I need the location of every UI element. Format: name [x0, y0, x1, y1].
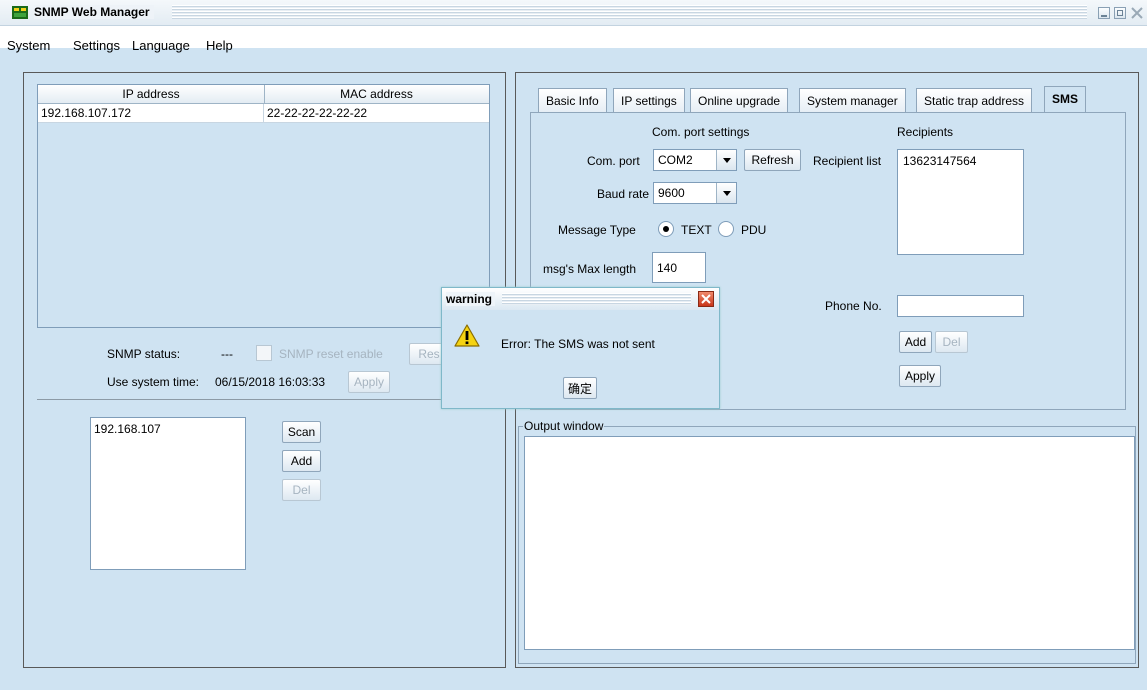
phone-label: Phone No.	[825, 299, 882, 313]
warning-icon	[454, 324, 480, 347]
text-radio[interactable]	[658, 221, 674, 237]
tab-basic-info[interactable]: Basic Info	[538, 88, 607, 112]
cell-ip: 192.168.107.172	[38, 104, 264, 123]
dialog-close-icon[interactable]	[698, 291, 714, 307]
sms-apply-button[interactable]: Apply	[899, 365, 941, 387]
column-header-mac[interactable]: MAC address	[264, 87, 489, 101]
chevron-down-icon[interactable]	[716, 150, 736, 170]
window-title: SNMP Web Manager	[34, 5, 154, 19]
add-recipient-button[interactable]: Add	[899, 331, 932, 353]
warning-dialog: warning Error: The SMS was not sent 确定	[441, 287, 720, 409]
tab-ip-settings[interactable]: IP settings	[613, 88, 685, 112]
scan-button[interactable]: Scan	[282, 421, 321, 443]
ip-range-list[interactable]: 192.168.107	[90, 417, 246, 570]
tab-sms[interactable]: SMS	[1044, 86, 1087, 112]
message-type-label: Message Type	[558, 223, 636, 237]
dialog-message: Error: The SMS was not sent	[501, 337, 655, 351]
menu-language[interactable]: Language	[132, 38, 190, 53]
time-apply-button[interactable]: Apply	[348, 371, 390, 393]
ok-button[interactable]: 确定	[563, 377, 597, 399]
del-range-button[interactable]: Del	[282, 479, 321, 501]
list-item[interactable]: 13623147564	[900, 152, 979, 170]
del-recipient-button[interactable]: Del	[935, 331, 968, 353]
table-row[interactable]: 192.168.107.172 22-22-22-22-22-22	[38, 104, 489, 123]
column-header-ip[interactable]: IP address	[38, 87, 264, 101]
menu-settings[interactable]: Settings	[73, 38, 120, 53]
recipient-list-label: Recipient list	[813, 154, 882, 168]
tab-static-trap[interactable]: Static trap address	[916, 88, 1033, 112]
device-table[interactable]: IP address MAC address 192.168.107.172 2…	[37, 84, 490, 328]
chevron-down-icon[interactable]	[716, 183, 736, 203]
com-port-label: Com. port	[587, 154, 640, 168]
output-textarea[interactable]	[524, 436, 1135, 650]
menu-help[interactable]: Help	[206, 38, 233, 53]
recipients-section-title: Recipients	[897, 125, 954, 139]
tab-online-upgrade[interactable]: Online upgrade	[690, 88, 789, 112]
phone-input[interactable]	[897, 295, 1024, 317]
snmp-reset-checkbox[interactable]	[256, 345, 272, 361]
add-range-button[interactable]: Add	[282, 450, 321, 472]
baud-rate-label: Baud rate	[597, 187, 650, 201]
maximize-button[interactable]	[1114, 7, 1126, 19]
com-port-value: COM2	[658, 153, 693, 167]
snmp-reset-label: SNMP reset enable	[279, 347, 383, 361]
max-length-input[interactable]: 140	[652, 252, 706, 283]
com-port-select[interactable]: COM2	[653, 149, 737, 171]
system-time-label: Use system time:	[107, 375, 200, 389]
app-icon	[12, 6, 28, 19]
menu-system[interactable]: System	[7, 38, 50, 53]
max-length-label: msg's Max length	[543, 262, 636, 276]
list-item[interactable]: 192.168.107	[91, 420, 164, 438]
title-bar	[0, 0, 1147, 26]
snmp-status-value: ---	[221, 347, 233, 361]
recipient-list[interactable]: 13623147564	[897, 149, 1024, 255]
refresh-button[interactable]: Refresh	[744, 149, 801, 171]
pdu-radio[interactable]	[718, 221, 734, 237]
baud-rate-select[interactable]: 9600	[653, 182, 737, 204]
divider	[37, 399, 492, 400]
dialog-title: warning	[446, 292, 496, 306]
minimize-button[interactable]	[1098, 7, 1110, 19]
com-section-title: Com. port settings	[652, 125, 750, 139]
text-option-label: TEXT	[681, 223, 712, 237]
output-window-title: Output window	[523, 419, 605, 433]
baud-rate-value: 9600	[658, 186, 685, 200]
tab-system-manager[interactable]: System manager	[799, 88, 906, 112]
cell-mac: 22-22-22-22-22-22	[267, 106, 368, 120]
pdu-option-label: PDU	[741, 223, 767, 237]
system-time-value: 06/15/2018 16:03:33	[215, 375, 326, 389]
close-icon[interactable]	[1130, 6, 1144, 20]
snmp-status-label: SNMP status:	[107, 347, 181, 361]
